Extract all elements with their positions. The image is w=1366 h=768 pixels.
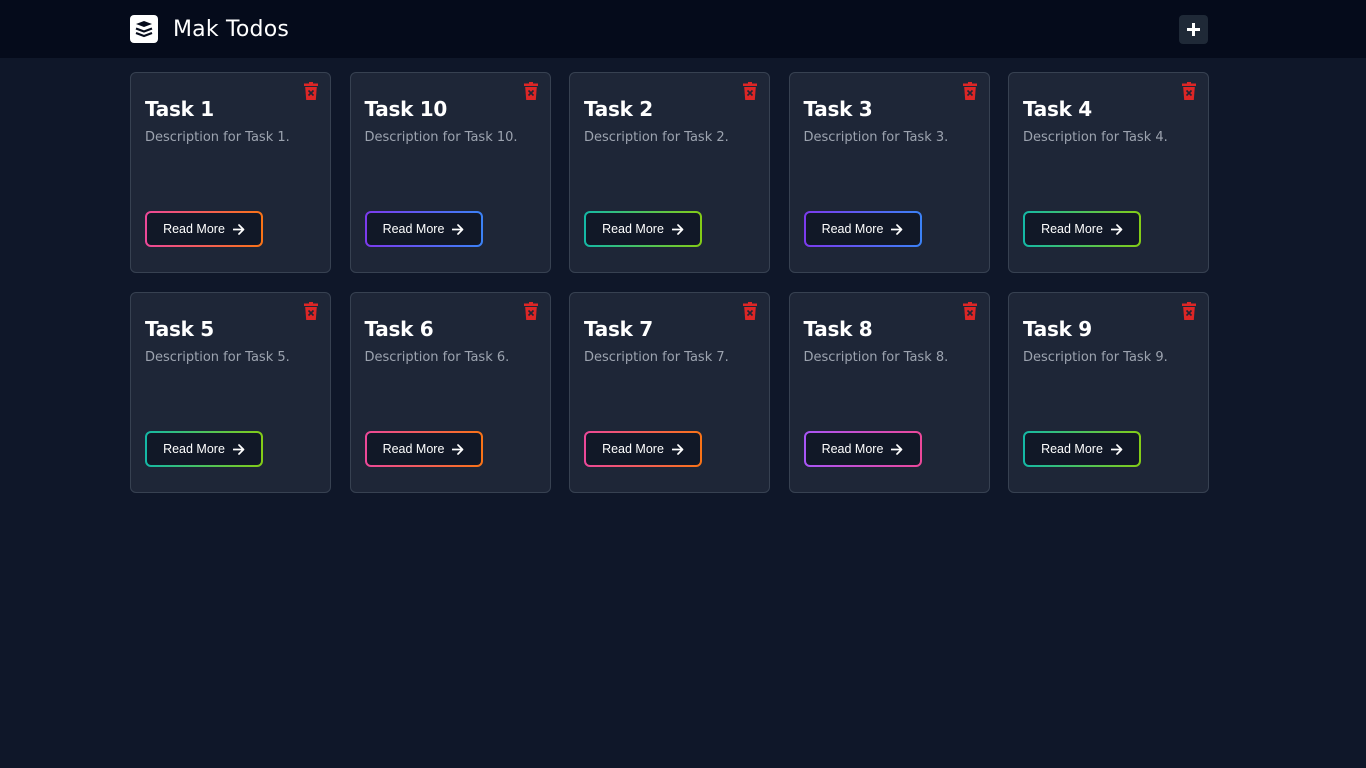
trash-icon[interactable] xyxy=(523,82,538,100)
top-navbar: Mak Todos xyxy=(0,0,1366,58)
task-title: Task 6 xyxy=(364,317,434,341)
task-description: Description for Task 5. xyxy=(145,350,290,365)
task-grid: Task 1 Description for Task 1. Read More… xyxy=(130,72,1209,493)
task-title: Task 10 xyxy=(364,97,448,121)
trash-icon[interactable] xyxy=(1182,302,1196,320)
arrow-right-icon xyxy=(1110,443,1123,455)
task-card: Task 1 Description for Task 1. Read More xyxy=(130,72,331,273)
read-more-inner: Read More xyxy=(366,433,481,465)
arrow-right-icon xyxy=(671,443,684,455)
read-more-label: Read More xyxy=(821,222,884,236)
read-more-label: Read More xyxy=(1041,222,1103,236)
arrow-right-icon xyxy=(232,443,245,455)
task-description: Description for Task 3. xyxy=(803,130,949,145)
task-title: Task 3 xyxy=(803,97,873,121)
task-title: Task 8 xyxy=(803,317,873,341)
read-more-button[interactable]: Read More xyxy=(1023,431,1141,467)
read-more-button[interactable]: Read More xyxy=(803,431,922,467)
arrow-right-icon xyxy=(891,443,903,455)
arrow-right-icon xyxy=(452,223,464,235)
task-card: Task 9 Description for Task 9. Read More xyxy=(1008,292,1209,493)
task-card: Task 4 Description for Task 4. Read More xyxy=(1008,72,1209,273)
plus-icon xyxy=(1187,23,1200,36)
task-description: Description for Task 1. xyxy=(145,130,290,145)
trash-icon[interactable] xyxy=(962,302,977,320)
read-more-inner: Read More xyxy=(1025,213,1139,245)
read-more-label: Read More xyxy=(163,442,225,456)
read-more-button[interactable]: Read More xyxy=(584,431,702,467)
read-more-label: Read More xyxy=(821,442,884,456)
read-more-label: Read More xyxy=(1041,442,1103,456)
task-card: Task 8 Description for Task 8. Read More xyxy=(788,292,990,493)
app-title: Mak Todos xyxy=(173,16,290,42)
read-more-inner: Read More xyxy=(805,433,920,465)
task-description: Description for Task 4. xyxy=(1023,130,1168,145)
read-more-inner: Read More xyxy=(586,433,700,465)
task-description: Description for Task 6. xyxy=(364,350,510,365)
task-title: Task 1 xyxy=(145,97,214,121)
arrow-right-icon xyxy=(1110,223,1123,235)
read-more-button[interactable]: Read More xyxy=(364,211,483,247)
read-more-button[interactable]: Read More xyxy=(364,431,483,467)
read-more-button[interactable]: Read More xyxy=(145,211,263,247)
brand[interactable]: Mak Todos xyxy=(130,14,289,44)
task-card: Task 5 Description for Task 5. Read More xyxy=(130,292,331,493)
read-more-inner: Read More xyxy=(586,213,700,245)
trash-icon[interactable] xyxy=(304,302,318,320)
task-card: Task 10 Description for Task 10. Read Mo… xyxy=(349,72,551,273)
trash-icon[interactable] xyxy=(743,82,757,100)
read-more-inner: Read More xyxy=(805,213,920,245)
task-card: Task 3 Description for Task 3. Read More xyxy=(788,72,990,273)
read-more-inner: Read More xyxy=(147,433,261,465)
add-task-button[interactable] xyxy=(1179,15,1208,44)
read-more-label: Read More xyxy=(382,442,445,456)
trash-icon[interactable] xyxy=(304,82,318,100)
read-more-button[interactable]: Read More xyxy=(803,211,922,247)
task-description: Description for Task 7. xyxy=(584,350,729,365)
arrow-right-icon xyxy=(232,223,245,235)
task-description: Description for Task 9. xyxy=(1023,350,1168,365)
task-title: Task 9 xyxy=(1023,317,1092,341)
arrow-right-icon xyxy=(671,223,684,235)
task-description: Description for Task 10. xyxy=(364,130,518,145)
task-card: Task 6 Description for Task 6. Read More xyxy=(349,292,551,493)
read-more-label: Read More xyxy=(602,222,664,236)
read-more-label: Read More xyxy=(602,442,664,456)
task-title: Task 4 xyxy=(1023,97,1092,121)
task-description: Description for Task 2. xyxy=(584,130,729,145)
read-more-label: Read More xyxy=(163,222,225,236)
arrow-right-icon xyxy=(891,223,903,235)
read-more-button[interactable]: Read More xyxy=(145,431,263,467)
task-description: Description for Task 8. xyxy=(803,350,949,365)
read-more-inner: Read More xyxy=(147,213,261,245)
trash-icon[interactable] xyxy=(523,302,538,320)
trash-icon[interactable] xyxy=(962,82,977,100)
task-card: Task 2 Description for Task 2. Read More xyxy=(569,72,770,273)
task-title: Task 2 xyxy=(584,97,653,121)
arrow-right-icon xyxy=(452,443,464,455)
read-more-button[interactable]: Read More xyxy=(584,211,702,247)
task-title: Task 5 xyxy=(145,317,214,341)
read-more-inner: Read More xyxy=(1025,433,1139,465)
trash-icon[interactable] xyxy=(743,302,757,320)
task-card: Task 7 Description for Task 7. Read More xyxy=(569,292,770,493)
read-more-inner: Read More xyxy=(366,213,481,245)
read-more-label: Read More xyxy=(382,222,445,236)
stack-layers-icon xyxy=(130,15,158,43)
trash-icon[interactable] xyxy=(1182,82,1196,100)
read-more-button[interactable]: Read More xyxy=(1023,211,1141,247)
task-title: Task 7 xyxy=(584,317,653,341)
